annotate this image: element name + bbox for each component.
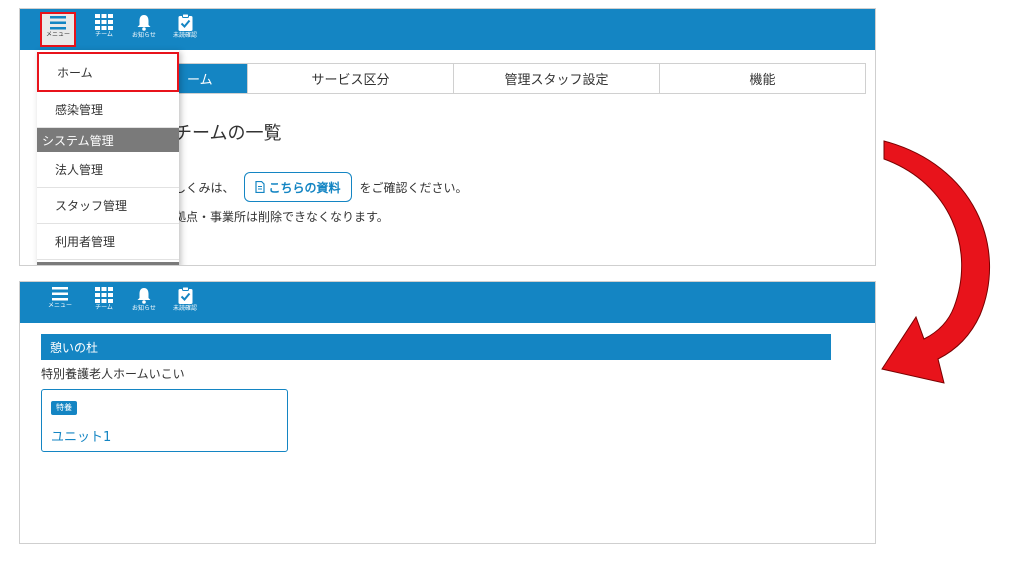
info-line-suffix: をご確認ください。	[359, 180, 468, 195]
unit-link[interactable]: ユニット1	[51, 426, 111, 445]
unconfirmed-button[interactable]: 未読確認	[167, 12, 203, 47]
clipboard-check-icon	[178, 14, 192, 31]
info-line: しくみは、 こちらの資料 をご確認ください。	[174, 172, 468, 202]
tab-admin-staff-settings[interactable]: 管理スタッフ設定	[453, 64, 659, 93]
document-link-label: こちらの資料	[268, 180, 341, 195]
document-link-button[interactable]: こちらの資料	[244, 172, 352, 202]
menu-item-home[interactable]: ホーム	[37, 52, 179, 92]
grid-icon	[95, 14, 113, 30]
menu-button-label: メニュー	[45, 31, 70, 38]
menu-dropdown: ホーム 感染管理 システム管理 法人管理 スタッフ管理 利用者管理	[37, 50, 179, 265]
top-screenshot-panel: メニュー チーム お知らせ 未読確認 ーム サービス区分 管理スタッフ設定 機能…	[19, 8, 876, 266]
tab-functions[interactable]: 機能	[659, 64, 865, 93]
menu-section-system: システム管理	[37, 128, 179, 152]
page-title: チームの一覧	[174, 123, 282, 144]
team-button-label: チーム	[95, 31, 113, 38]
facility-name: 特別養護老人ホームいこい	[41, 367, 185, 381]
notification-button[interactable]: お知らせ	[126, 12, 162, 47]
facility-type-badge: 特養	[51, 401, 77, 415]
grid-icon	[95, 287, 113, 303]
team-button-label: チーム	[95, 304, 113, 311]
top-toolbar: メニュー チーム お知らせ 未読確認	[20, 9, 875, 50]
notification-button-bottom[interactable]: お知らせ	[126, 285, 162, 320]
menu-button-label: メニュー	[47, 302, 72, 309]
bell-icon	[137, 288, 151, 304]
menu-button-bottom[interactable]: メニュー	[42, 285, 78, 320]
notification-button-label: お知らせ	[132, 32, 156, 39]
facility-group-header: 憩いの杜	[41, 334, 831, 360]
menu-item-staff[interactable]: スタッフ管理	[37, 188, 179, 224]
tab-team[interactable]: ーム	[179, 64, 247, 93]
hamburger-icon	[52, 287, 68, 301]
info-line-prefix: しくみは、	[174, 180, 235, 195]
bottom-toolbar: メニュー チーム お知らせ 未読確認	[20, 282, 875, 323]
menu-button[interactable]: メニュー	[40, 12, 76, 47]
clipboard-check-icon	[178, 287, 192, 304]
menu-section-cut-off	[37, 262, 179, 265]
curved-arrow-icon	[881, 140, 990, 384]
tab-service-category[interactable]: サービス区分	[247, 64, 453, 93]
unconfirmed-button-label: 未読確認	[172, 32, 197, 39]
team-button-bottom[interactable]: チーム	[86, 285, 122, 320]
unconfirmed-button-bottom[interactable]: 未読確認	[167, 285, 203, 320]
tab-bar: ーム サービス区分 管理スタッフ設定 機能	[178, 63, 866, 94]
warning-line: 拠点・事業所は削除できなくなります。	[174, 210, 389, 224]
menu-item-corporation[interactable]: 法人管理	[37, 152, 179, 188]
menu-item-infection-control[interactable]: 感染管理	[37, 92, 179, 128]
document-icon	[255, 181, 266, 193]
bell-icon	[137, 15, 151, 31]
unit-card[interactable]: 特養 ユニット1	[41, 389, 288, 452]
notification-button-label: お知らせ	[132, 305, 156, 312]
team-button[interactable]: チーム	[86, 12, 122, 47]
bottom-screenshot-panel: メニュー チーム お知らせ 未読確認 憩いの杜 特別養護老人ホームいこい 特養 …	[19, 281, 876, 544]
unconfirmed-button-label: 未読確認	[172, 305, 197, 312]
menu-item-users[interactable]: 利用者管理	[37, 224, 179, 260]
hamburger-icon	[50, 16, 66, 30]
